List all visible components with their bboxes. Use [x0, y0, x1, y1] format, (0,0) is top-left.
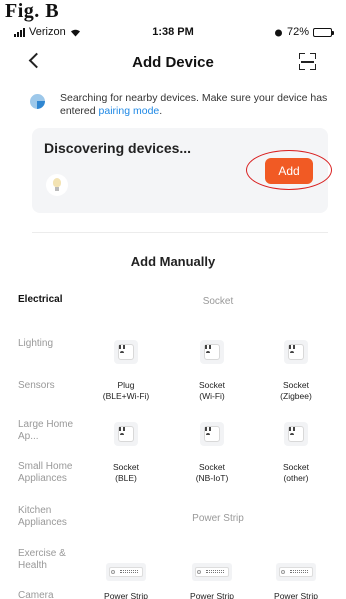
device-name: Socket: [283, 380, 309, 390]
battery-icon: [313, 27, 334, 37]
socket-icon[interactable]: [284, 422, 308, 446]
section-title-power-strip: Power Strip: [192, 513, 244, 524]
section-title-socket: Socket: [202, 296, 234, 307]
device-name: Power Strip: [104, 591, 148, 599]
category-exercise-health[interactable]: Exercise & Health: [18, 548, 73, 572]
device-name: Socket: [283, 462, 309, 472]
light-bulb-icon: [46, 174, 68, 196]
add-manually-title: Add Manually: [130, 254, 216, 269]
pairing-mode-link[interactable]: pairing mode: [99, 105, 160, 117]
device-label[interactable]: Socket (Wi-Fi): [177, 380, 247, 401]
device-label[interactable]: Power Strip: [91, 591, 161, 599]
device-label[interactable]: Socket (other): [261, 462, 331, 483]
socket-icon[interactable]: [200, 340, 224, 364]
device-name: Power Strip: [274, 591, 318, 599]
category-lighting[interactable]: Lighting: [18, 338, 98, 350]
device-label[interactable]: Power Strip: [177, 591, 247, 599]
device-label[interactable]: Socket (Zigbee): [261, 380, 331, 401]
power-strip-icon[interactable]: [276, 563, 316, 581]
device-name: Socket: [199, 380, 225, 390]
page-title: Add Device: [132, 54, 214, 71]
device-sub: (other): [283, 472, 309, 483]
search-message-suffix: .: [159, 105, 163, 117]
category-electrical[interactable]: Electrical: [18, 294, 98, 306]
device-label[interactable]: Socket (BLE): [91, 462, 161, 483]
device-name: Power Strip: [190, 591, 234, 599]
nav-bar: Add Device: [0, 48, 346, 78]
category-large-home-appliances[interactable]: Large Home Ap...: [18, 419, 78, 443]
device-sub: (Zigbee): [280, 390, 312, 401]
device-name: Socket: [199, 462, 225, 472]
alarm-icon: [274, 29, 282, 36]
status-bar: Verizon 1:38 PM 72%: [0, 24, 346, 42]
plug-icon[interactable]: [114, 340, 138, 364]
device-label[interactable]: Plug (BLE+Wi-Fi): [91, 380, 161, 401]
figure-label: Fig. B: [5, 0, 60, 22]
discovering-card: Discovering devices... Add: [32, 128, 332, 213]
category-sensors[interactable]: Sensors: [18, 380, 98, 392]
power-strip-icon[interactable]: [106, 563, 146, 581]
socket-icon[interactable]: [114, 422, 138, 446]
device-sub: (BLE): [115, 472, 137, 483]
battery-percent: 72%: [286, 26, 309, 38]
scan-icon[interactable]: [299, 53, 316, 70]
device-label[interactable]: Power Strip: [261, 591, 331, 599]
search-message: Searching for nearby devices. Make sure …: [60, 92, 345, 118]
device-sub: (BLE+Wi-Fi): [102, 390, 150, 401]
power-strip-icon[interactable]: [192, 563, 232, 581]
device-label[interactable]: Socket (NB-IoT): [177, 462, 247, 483]
device-name: Plug: [117, 380, 135, 390]
divider: [32, 232, 328, 233]
category-camera[interactable]: Camera: [18, 590, 98, 599]
discovering-title: Discovering devices...: [44, 140, 192, 156]
searching-spinner-icon: [30, 94, 45, 109]
add-device-button[interactable]: Add: [265, 158, 313, 184]
device-sub: (Wi-Fi): [199, 390, 225, 401]
category-small-home-appliances[interactable]: Small Home Appliances: [18, 461, 82, 485]
device-sub: (NB-IoT): [195, 472, 229, 483]
socket-icon[interactable]: [200, 422, 224, 446]
category-kitchen-appliances[interactable]: Kitchen Appliances: [18, 505, 78, 529]
socket-icon[interactable]: [284, 340, 308, 364]
device-name: Socket: [113, 462, 139, 472]
